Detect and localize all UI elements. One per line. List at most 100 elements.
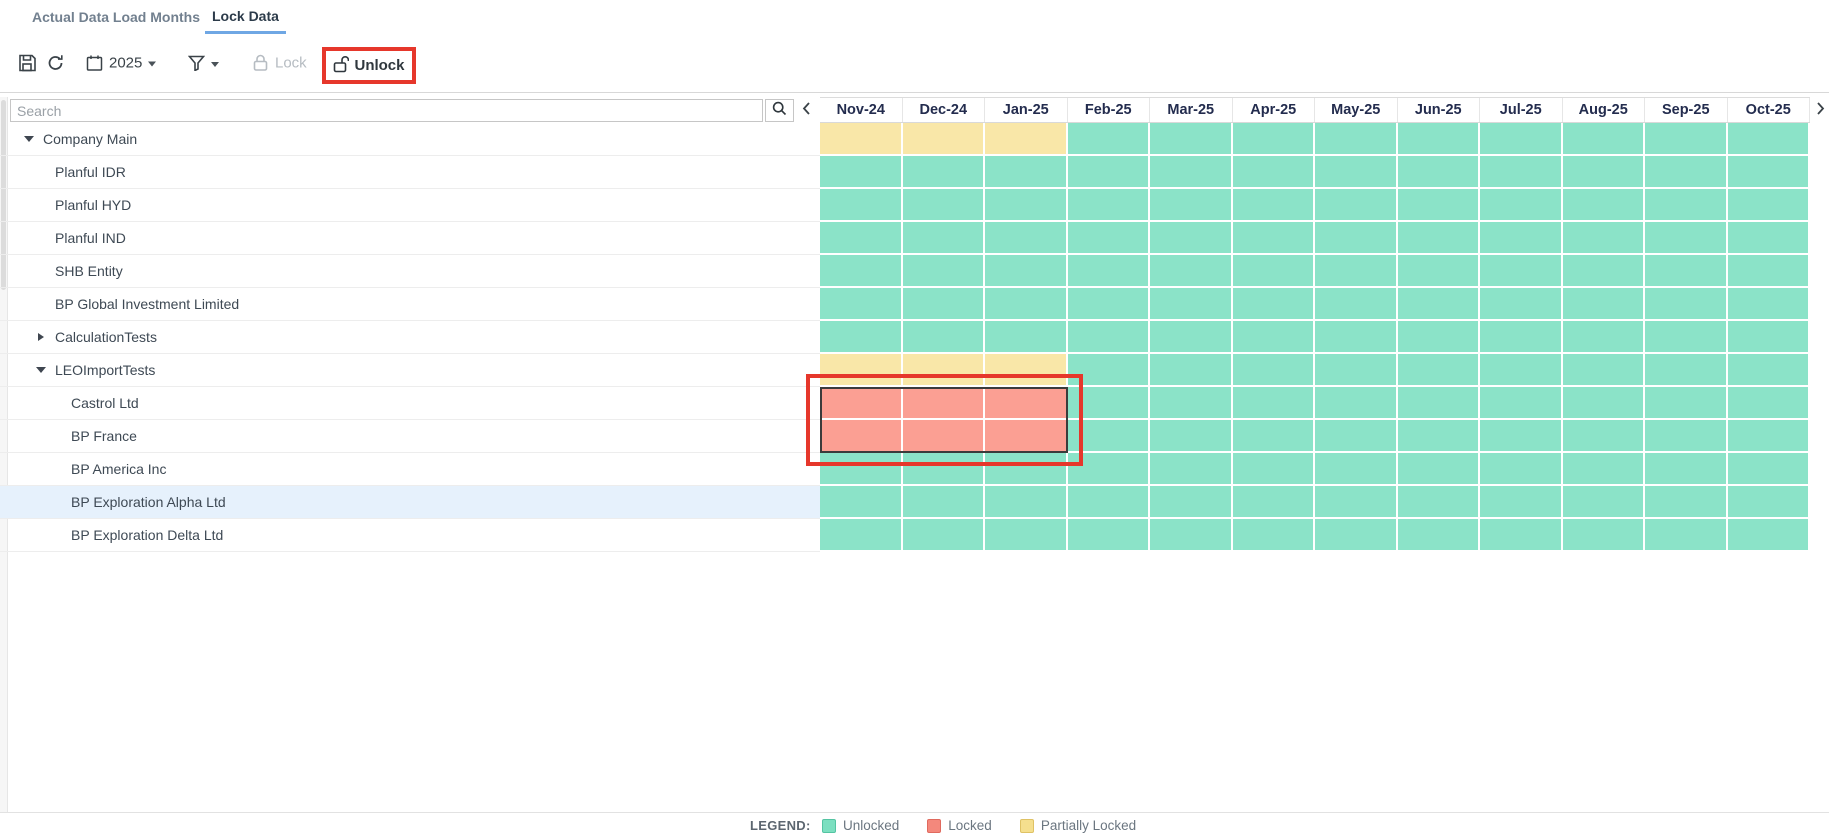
month-cell-unlocked[interactable] [820,255,903,288]
month-cell-unlocked[interactable] [1397,453,1480,486]
month-cell-unlocked[interactable] [985,486,1068,519]
month-cell-unlocked[interactable] [1150,288,1233,321]
month-cell-unlocked[interactable] [985,321,1068,354]
entity-row-label[interactable]: Company Main [0,123,820,156]
month-cell-locked[interactable] [985,387,1068,420]
month-cell-unlocked[interactable] [1562,321,1645,354]
month-cell-unlocked[interactable] [1562,288,1645,321]
scroll-months-right-button[interactable] [1812,99,1828,122]
month-cell-unlocked[interactable] [1315,453,1398,486]
month-cell-unlocked[interactable] [1232,189,1315,222]
month-cell-unlocked[interactable] [1645,255,1728,288]
month-cell-unlocked[interactable] [985,519,1068,552]
month-cell-unlocked[interactable] [1645,321,1728,354]
month-cell-unlocked[interactable] [1067,123,1150,156]
month-header-cell[interactable]: Feb-25 [1068,98,1150,122]
month-cell-unlocked[interactable] [1397,288,1480,321]
month-cell-unlocked[interactable] [1315,255,1398,288]
month-cell-unlocked[interactable] [1315,387,1398,420]
month-cell-unlocked[interactable] [1150,387,1233,420]
month-cell-unlocked[interactable] [902,156,985,189]
month-cell-unlocked[interactable] [820,156,903,189]
filter-button[interactable] [188,55,219,71]
month-cell-unlocked[interactable] [1727,255,1810,288]
month-cell-unlocked[interactable] [1480,486,1563,519]
month-header-cell[interactable]: Apr-25 [1233,98,1315,122]
month-cell-unlocked[interactable] [1480,156,1563,189]
month-cell-unlocked[interactable] [1727,156,1810,189]
month-cell-unlocked[interactable] [1480,354,1563,387]
month-cell-unlocked[interactable] [820,453,903,486]
entity-row-label[interactable]: LEOImportTests [0,354,820,387]
month-cell-unlocked[interactable] [1067,189,1150,222]
month-cell-unlocked[interactable] [1067,519,1150,552]
month-cell-unlocked[interactable] [1150,255,1233,288]
entity-row-label[interactable]: Castrol Ltd [0,387,820,420]
month-cell-unlocked[interactable] [1232,255,1315,288]
month-cell-unlocked[interactable] [1315,519,1398,552]
month-cell-partially-locked[interactable] [985,354,1068,387]
month-header-cell[interactable]: Jun-25 [1398,98,1480,122]
month-cell-unlocked[interactable] [1150,321,1233,354]
unlock-button[interactable]: Unlock [333,55,405,77]
month-cell-unlocked[interactable] [902,519,985,552]
month-cell-unlocked[interactable] [1315,288,1398,321]
month-cell-unlocked[interactable] [1067,288,1150,321]
month-cell-unlocked[interactable] [902,486,985,519]
month-cell-unlocked[interactable] [1645,156,1728,189]
month-cell-unlocked[interactable] [985,156,1068,189]
month-cell-unlocked[interactable] [985,288,1068,321]
tab-lock-data[interactable]: Lock Data [205,0,286,34]
month-cell-unlocked[interactable] [1562,453,1645,486]
refresh-button[interactable] [46,54,65,73]
search-input[interactable] [10,99,763,122]
month-header-cell[interactable]: Jul-25 [1480,98,1563,122]
month-cell-unlocked[interactable] [1067,354,1150,387]
entity-row-label[interactable]: CalculationTests [0,321,820,354]
month-header-cell[interactable]: Mar-25 [1150,98,1233,122]
month-cell-unlocked[interactable] [1150,354,1233,387]
month-cell-unlocked[interactable] [1480,420,1563,453]
entity-row-label[interactable]: BP Exploration Delta Ltd [0,519,820,552]
month-cell-unlocked[interactable] [820,519,903,552]
month-cell-unlocked[interactable] [1315,156,1398,189]
month-cell-unlocked[interactable] [985,255,1068,288]
month-cell-unlocked[interactable] [1067,255,1150,288]
month-cell-unlocked[interactable] [1480,387,1563,420]
month-cell-unlocked[interactable] [902,321,985,354]
month-cell-unlocked[interactable] [1562,156,1645,189]
month-cell-unlocked[interactable] [1645,354,1728,387]
month-cell-unlocked[interactable] [1480,453,1563,486]
month-cell-unlocked[interactable] [1727,519,1810,552]
month-cell-unlocked[interactable] [1480,321,1563,354]
entity-row-label[interactable]: Planful IDR [0,156,820,189]
month-cell-unlocked[interactable] [1645,420,1728,453]
month-cell-unlocked[interactable] [1645,123,1728,156]
month-cell-unlocked[interactable] [1480,222,1563,255]
month-cell-unlocked[interactable] [1727,321,1810,354]
month-cell-unlocked[interactable] [820,288,903,321]
month-cell-unlocked[interactable] [1727,453,1810,486]
month-cell-unlocked[interactable] [1645,288,1728,321]
month-cell-unlocked[interactable] [1645,486,1728,519]
month-cell-locked[interactable] [820,387,903,420]
month-cell-unlocked[interactable] [1315,486,1398,519]
lock-button[interactable]: Lock [253,55,307,72]
entity-row-label[interactable]: Planful HYD [0,189,820,222]
month-cell-unlocked[interactable] [1315,420,1398,453]
month-cell-unlocked[interactable] [1150,123,1233,156]
month-cell-partially-locked[interactable] [820,354,903,387]
month-cell-unlocked[interactable] [1150,453,1233,486]
month-cell-unlocked[interactable] [820,189,903,222]
month-cell-unlocked[interactable] [1397,420,1480,453]
entity-row-label[interactable]: SHB Entity [0,255,820,288]
month-cell-unlocked[interactable] [1727,387,1810,420]
entity-row-label[interactable]: BP America Inc [0,453,820,486]
month-cell-unlocked[interactable] [902,189,985,222]
month-cell-unlocked[interactable] [1315,123,1398,156]
month-cell-partially-locked[interactable] [820,123,903,156]
entity-row-label[interactable]: Planful IND [0,222,820,255]
month-cell-unlocked[interactable] [1397,156,1480,189]
month-cell-unlocked[interactable] [1397,321,1480,354]
month-header-cell[interactable]: Jan-25 [985,98,1068,122]
